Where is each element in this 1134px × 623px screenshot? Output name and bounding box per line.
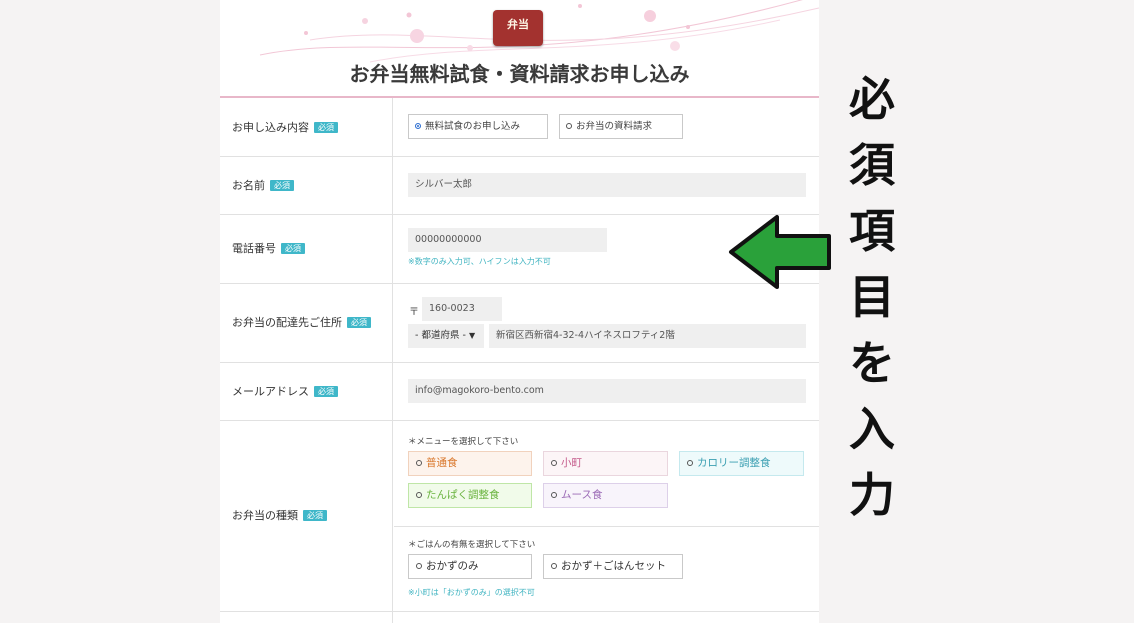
radio-icon: [566, 123, 572, 129]
radio-icon: [416, 492, 422, 498]
menu-prompt: ＊メニューを選択して下さい: [408, 437, 519, 447]
form-page: 弁当 お弁当無料試食・資料請求お申し込み お申し込み内容 必須 無料試食のお申し込…: [220, 0, 819, 623]
row-name: お名前 必須 シルバー太郎: [220, 157, 819, 215]
chevron-down-icon: ▼: [468, 331, 476, 340]
radio-brochure[interactable]: お弁当の資料請求: [559, 114, 683, 139]
logo-text: 弁当: [507, 18, 529, 31]
radio-icon: [416, 563, 422, 569]
phone-hint: ※数字のみ入力可、ハイフンは入力不可: [408, 257, 551, 266]
annotation-required-fields: 必 須 項 目 を 入 力: [849, 72, 895, 522]
radio-icon: [551, 563, 557, 569]
rice-prompt: ＊ごはんの有無を選択して下さい: [408, 540, 536, 550]
row-application: お申し込み内容 必須 無料試食のお申し込み お弁当の資料請求: [220, 98, 819, 157]
row-email: メールアドレス 必須 info@magokoro-bento.com: [220, 363, 819, 421]
radio-selected-icon: [415, 123, 421, 129]
radio-free-trial[interactable]: 無料試食のお申し込み: [408, 114, 548, 139]
rice-option-set[interactable]: おかず＋ごはんセット: [543, 554, 683, 579]
radio-icon: [551, 460, 557, 466]
radio-icon: [416, 460, 422, 466]
name-input[interactable]: シルバー太郎: [408, 173, 806, 197]
postal-code-input[interactable]: 160-0023: [422, 297, 502, 321]
radio-icon: [687, 460, 693, 466]
divider: [394, 526, 819, 527]
required-badge: 必須: [314, 122, 338, 133]
arrow-left-icon: [729, 215, 831, 289]
row-label: お弁当の種類 必須: [232, 507, 327, 523]
required-badge: 必須: [314, 386, 338, 397]
menu-option-protein[interactable]: たんぱく調整食: [408, 483, 532, 508]
prefecture-select[interactable]: - 都道府県 - ▼: [408, 324, 484, 348]
email-input[interactable]: info@magokoro-bento.com: [408, 379, 806, 403]
rice-option-okazu[interactable]: おかずのみ: [408, 554, 532, 579]
menu-option-calorie[interactable]: カロリー調整食: [679, 451, 804, 476]
postal-mark: 〒: [409, 307, 419, 318]
required-badge: 必須: [303, 510, 327, 521]
street-address-input[interactable]: 新宿区西新宿4-32-4ハイネスロフティ2階: [489, 324, 806, 348]
row-label: 電話番号 必須: [232, 240, 305, 256]
rice-hint: ※小町は「おかずのみ」の選択不可: [408, 588, 535, 597]
row-label: メールアドレス 必須: [232, 383, 338, 399]
row-label: お申し込み内容 必須: [232, 119, 338, 135]
page-title: お弁当無料試食・資料請求お申し込み: [349, 62, 690, 86]
required-badge: 必須: [347, 317, 371, 328]
row-next: [220, 612, 819, 623]
row-address: お弁当の配達先ご住所 必須 〒 160-0023 - 都道府県 - ▼ 新宿区西新…: [220, 284, 819, 363]
menu-option-komachi[interactable]: 小町: [543, 451, 668, 476]
logo: 弁当: [493, 10, 543, 46]
row-label: お弁当の配達先ご住所 必須: [232, 314, 371, 330]
menu-option-futsu[interactable]: 普通食: [408, 451, 532, 476]
required-badge: 必須: [270, 180, 294, 191]
row-bento-type: お弁当の種類 必須 ＊メニューを選択して下さい 普通食 小町 カロリー調整食 たん…: [220, 421, 819, 612]
required-badge: 必須: [281, 243, 305, 254]
radio-icon: [551, 492, 557, 498]
menu-option-mousse[interactable]: ムース食: [543, 483, 668, 508]
phone-input[interactable]: 00000000000: [408, 228, 607, 252]
form-header: 弁当 お弁当無料試食・資料請求お申し込み: [220, 0, 819, 98]
row-label: お名前 必須: [232, 177, 294, 193]
